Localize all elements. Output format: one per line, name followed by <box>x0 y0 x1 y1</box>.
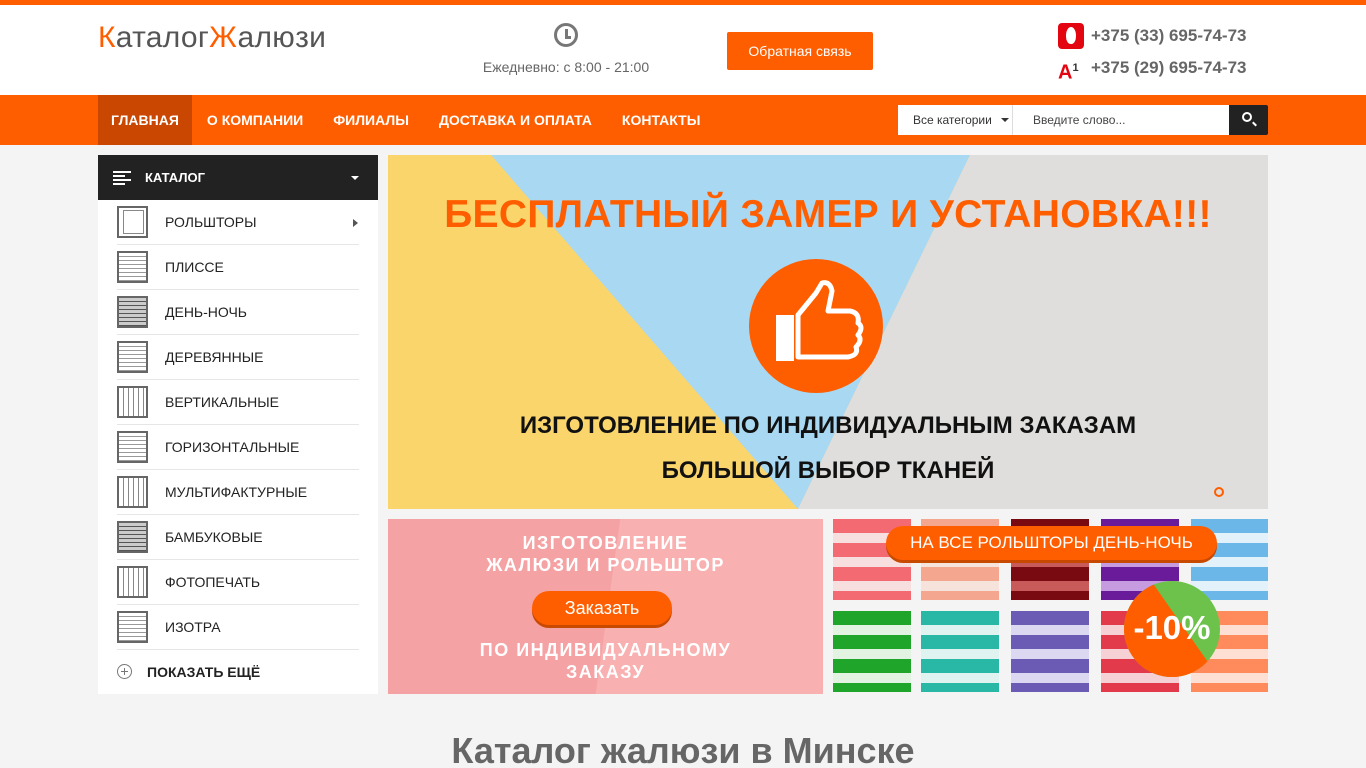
izotra-blind-icon <box>117 611 148 643</box>
catalog-header[interactable]: КАТАЛОГ <box>98 155 378 200</box>
caret-down-icon <box>1001 118 1009 122</box>
catalog-item-roller[interactable]: РОЛЬШТОРЫ <box>117 200 359 245</box>
working-hours-text: Ежедневно: с 8:00 - 21:00 <box>482 59 650 75</box>
nav-item-about[interactable]: О КОМПАНИИ <box>192 95 318 145</box>
main-menu: ГЛАВНАЯ О КОМПАНИИ ФИЛИАЛЫ ДОСТАВКА И ОП… <box>98 95 715 145</box>
banner1-line-5: ЗАКАЗУ <box>565 662 646 682</box>
catalog-item-photoprint[interactable]: ФОТОПЕЧАТЬ <box>117 560 359 605</box>
fabric-swatch <box>833 611 911 692</box>
chevron-right-icon <box>353 219 358 227</box>
caret-down-icon <box>351 176 359 180</box>
nav-item-contacts[interactable]: КОНТАКТЫ <box>607 95 715 145</box>
logo-letter-k: К <box>98 21 116 54</box>
search-icon <box>1242 112 1252 122</box>
show-more-label: ПОКАЗАТЬ ЕЩЁ <box>147 663 261 680</box>
catalog-title: КАТАЛОГ <box>145 170 205 185</box>
menu-lines-icon <box>113 170 131 185</box>
promo-banner-discount[interactable]: НА ВСЕ РОЛЬШТОРЫ ДЕНЬ-НОЧЬ -10% <box>833 519 1268 694</box>
catalog-item-label: ИЗОТРА <box>165 619 221 635</box>
site-logo[interactable]: КаталогЖалюзи <box>98 21 326 55</box>
catalog-item-label: БАМБУКОВЫЕ <box>165 529 263 545</box>
photoprint-blind-icon <box>117 566 148 598</box>
search-input[interactable] <box>1013 105 1229 135</box>
catalog-item-bamboo[interactable]: БАМБУКОВЫЕ <box>117 515 359 560</box>
nav-item-delivery[interactable]: ДОСТАВКА И ОПЛАТА <box>424 95 607 145</box>
day-night-blind-icon <box>117 296 148 328</box>
slider-headline: БЕСПЛАТНЫЙ ЗАМЕР И УСТАНОВКА!!! <box>444 193 1212 236</box>
banner1-line-2: ЖАЛЮЗИ И РОЛЬШТОР <box>486 555 725 575</box>
banner1-line-4: ПО ИНДИВИДУАЛЬНОМУ <box>479 640 732 660</box>
main-navbar: ГЛАВНАЯ О КОМПАНИИ ФИЛИАЛЫ ДОСТАВКА И ОП… <box>0 95 1366 145</box>
logo-letter-zh: Ж <box>209 21 238 54</box>
catalog-item-label: МУЛЬТИФАКТУРНЫЕ <box>165 484 308 500</box>
nav-item-home[interactable]: ГЛАВНАЯ <box>98 95 192 145</box>
show-more-button[interactable]: ПОКАЗАТЬ ЕЩЁ <box>98 650 378 693</box>
catalog-item-day-night[interactable]: ДЕНЬ-НОЧЬ <box>117 290 359 335</box>
category-select[interactable]: Все категории <box>898 105 1013 135</box>
working-hours: Ежедневно: с 8:00 - 21:00 <box>466 23 666 75</box>
phone-number-mts[interactable]: +375 (33) 695-74-73 <box>1091 26 1246 46</box>
catalog-item-label: ВЕРТИКАЛЬНЫЕ <box>165 394 280 410</box>
page-title: Каталог жалюзи в Минске <box>451 730 915 768</box>
catalog-item-vertical[interactable]: ВЕРТИКАЛЬНЫЕ <box>117 380 359 425</box>
slider-line-2: БОЛЬШОЙ ВЫБОР ТКАНЕЙ <box>661 457 995 484</box>
callback-button[interactable]: Обратная связь <box>727 32 873 70</box>
banner1-line-1: ИЗГОТОВЛЕНИЕ <box>522 533 689 553</box>
phone-mts[interactable]: +375 (33) 695-74-73 <box>1058 23 1246 49</box>
catalog-item-horizontal[interactable]: ГОРИЗОНТАЛЬНЫЕ <box>117 425 359 470</box>
fabric-swatch <box>921 611 999 692</box>
catalog-sidebar: КАТАЛОГ РОЛЬШТОРЫ ПЛИССЕ ДЕНЬ-НОЧЬ ДЕРЕВ… <box>98 155 378 694</box>
site-header: КаталогЖалюзи Ежедневно: с 8:00 - 21:00 … <box>0 5 1366 95</box>
catalog-item-multitexture[interactable]: МУЛЬТИФАКТУРНЫЕ <box>117 470 359 515</box>
mts-logo-icon <box>1058 23 1084 49</box>
slider-dot[interactable] <box>1214 487 1224 497</box>
catalog-item-wooden[interactable]: ДЕРЕВЯННЫЕ <box>117 335 359 380</box>
a1-logo-icon: A1 <box>1058 61 1079 84</box>
multitexture-blind-icon <box>117 476 148 508</box>
logo-part-end: алюзи <box>237 21 327 54</box>
order-button[interactable]: Заказать <box>532 591 672 625</box>
catalog-item-label: ДЕНЬ-НОЧЬ <box>165 304 247 320</box>
discount-badge: -10% <box>1124 581 1220 677</box>
clock-icon <box>554 23 578 47</box>
catalog-item-pleated[interactable]: ПЛИССЕ <box>117 245 359 290</box>
catalog-item-label: ФОТОПЕЧАТЬ <box>165 574 261 590</box>
horizontal-blind-icon <box>117 431 148 463</box>
catalog-item-label: ПЛИССЕ <box>165 259 224 275</box>
discount-badge-text: -10% <box>1133 609 1211 646</box>
catalog-item-label: РОЛЬШТОРЫ <box>165 214 257 230</box>
roller-blind-icon <box>117 206 148 238</box>
search-bar: Все категории <box>898 105 1268 135</box>
fabric-swatch <box>1011 611 1089 692</box>
promo-banner-custom-order[interactable]: ИЗГОТОВЛЕНИЕ ЖАЛЮЗИ И РОЛЬШТОР Заказать … <box>388 519 823 694</box>
catalog-item-label: ДЕРЕВЯННЫЕ <box>165 349 264 365</box>
pleated-blind-icon <box>117 251 148 283</box>
category-select-value: Все категории <box>913 113 992 127</box>
wooden-blind-icon <box>117 341 148 373</box>
catalog-item-label: ГОРИЗОНТАЛЬНЫЕ <box>165 439 300 455</box>
catalog-item-izotra[interactable]: ИЗОТРА <box>117 605 359 650</box>
discount-pill: НА ВСЕ РОЛЬШТОРЫ ДЕНЬ-НОЧЬ <box>886 526 1217 560</box>
thumbs-up-icon <box>749 259 883 393</box>
phone-a1[interactable]: A1 +375 (29) 695-74-73 <box>1058 55 1246 84</box>
phone-number-a1[interactable]: +375 (29) 695-74-73 <box>1091 58 1246 78</box>
nav-item-branches[interactable]: ФИЛИАЛЫ <box>318 95 424 145</box>
catalog-list: РОЛЬШТОРЫ ПЛИССЕ ДЕНЬ-НОЧЬ ДЕРЕВЯННЫЕ ВЕ… <box>98 200 378 650</box>
plus-circle-icon <box>117 664 132 679</box>
slider-line-1: ИЗГОТОВЛЕНИЕ ПО ИНДИВИДУАЛЬНЫМ ЗАКАЗАМ <box>519 412 1137 439</box>
bamboo-blind-icon <box>117 521 148 553</box>
logo-part: аталог <box>115 21 210 54</box>
vertical-blind-icon <box>117 386 148 418</box>
search-button[interactable] <box>1229 105 1268 135</box>
